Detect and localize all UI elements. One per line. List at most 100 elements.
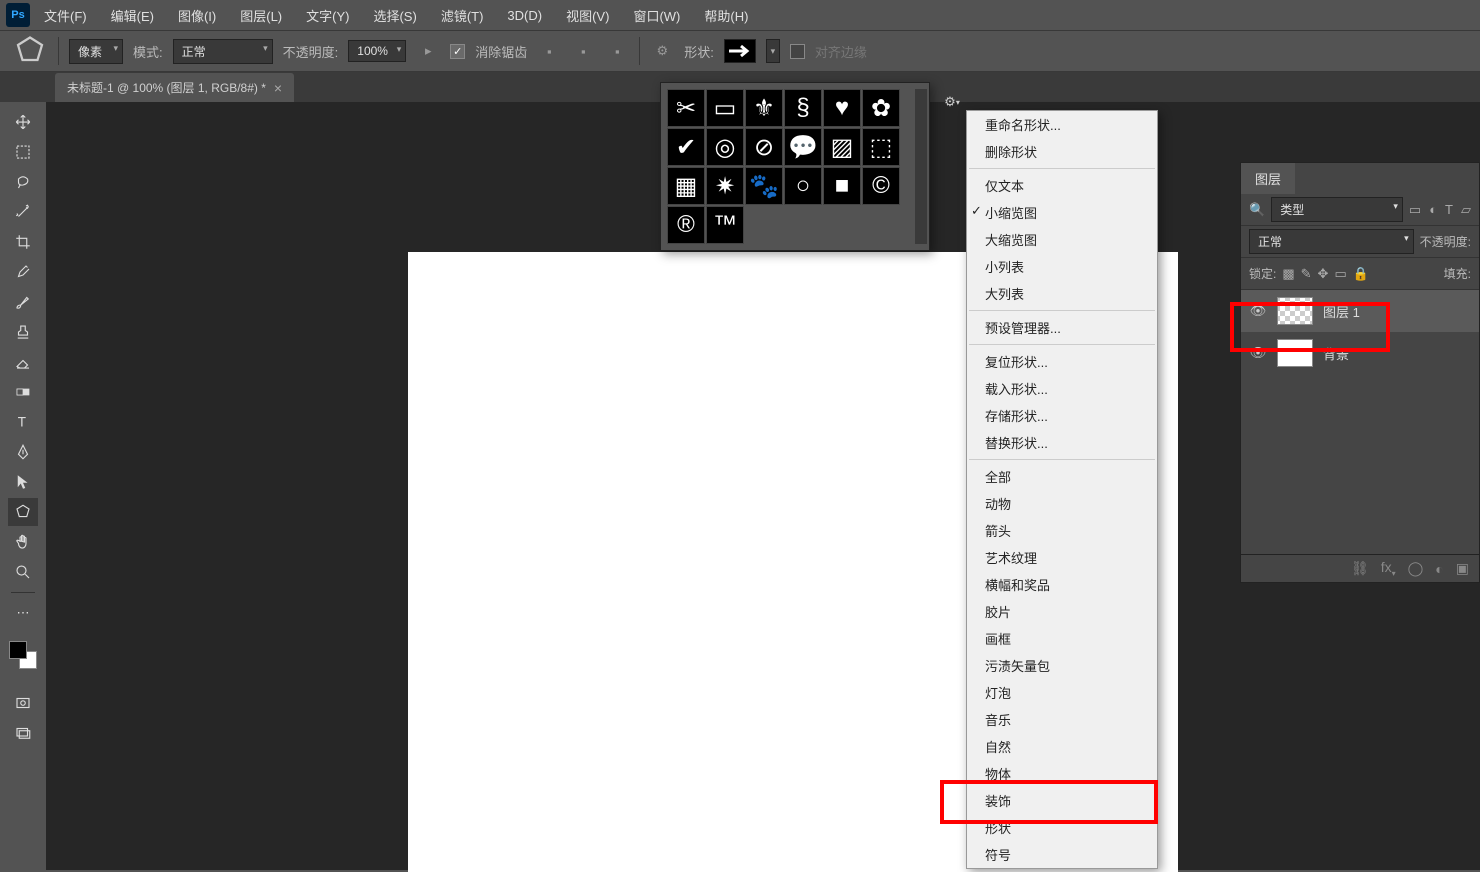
shapes-picker-gear-icon[interactable]: ⚙▾ <box>942 92 962 112</box>
lock-image-icon[interactable]: ✎ <box>1301 266 1312 282</box>
layer-thumbnail[interactable] <box>1277 297 1313 325</box>
blend-mode-dropdown[interactable]: 正常 <box>1249 229 1414 254</box>
align-center-icon[interactable]: ▪ <box>571 39 595 63</box>
foreground-color-swatch[interactable] <box>9 641 27 659</box>
move-tool[interactable] <box>8 108 38 136</box>
opacity-flyout-icon[interactable]: ▸ <box>416 39 440 63</box>
context-menu-item[interactable]: 存储形状... <box>967 402 1157 429</box>
menu-image[interactable]: 图像(I) <box>168 2 226 29</box>
link-layers-icon[interactable]: ⛓ <box>1351 560 1369 577</box>
layer-filter-dropdown[interactable]: 类型 <box>1271 197 1403 222</box>
menu-window[interactable]: 窗口(W) <box>623 2 690 29</box>
zoom-tool[interactable] <box>8 558 38 586</box>
context-menu-item[interactable]: 载入形状... <box>967 375 1157 402</box>
context-menu-item[interactable]: 删除形状 <box>967 138 1157 165</box>
shape-swatch[interactable]: © <box>862 167 900 205</box>
menu-edit[interactable]: 编辑(E) <box>101 2 164 29</box>
context-menu-item[interactable]: 大缩览图 <box>967 226 1157 253</box>
context-menu-item[interactable]: 灯泡 <box>967 679 1157 706</box>
context-menu-item[interactable]: 形状 <box>967 814 1157 841</box>
context-menu-item[interactable]: 小列表 <box>967 253 1157 280</box>
new-fill-layer-icon[interactable]: ◐ <box>1435 561 1443 577</box>
shape-swatch[interactable]: ✔ <box>667 128 705 166</box>
eyedropper-tool[interactable] <box>8 258 38 286</box>
mode-dropdown[interactable]: 正常 <box>173 39 273 64</box>
context-menu-item[interactable]: 替换形状... <box>967 429 1157 456</box>
context-menu-item[interactable]: 大列表 <box>967 280 1157 307</box>
shape-swatch[interactable]: ▨ <box>823 128 861 166</box>
filter-adjustment-icon[interactable]: ◐ <box>1429 202 1437 218</box>
shape-swatch[interactable]: 🐾 <box>745 167 783 205</box>
path-selection-tool[interactable] <box>8 468 38 496</box>
layer-row[interactable]: 👁背景 <box>1241 332 1479 374</box>
document-tab[interactable]: 未标题-1 @ 100% (图层 1, RGB/8#) * × <box>55 73 294 102</box>
shape-swatch[interactable]: ○ <box>784 167 822 205</box>
eraser-tool[interactable] <box>8 348 38 376</box>
context-menu-item[interactable]: 物体 <box>967 760 1157 787</box>
align-left-icon[interactable]: ▪ <box>537 39 561 63</box>
screen-mode-tool[interactable] <box>8 719 38 747</box>
context-menu-item[interactable]: 小缩览图 <box>967 199 1157 226</box>
color-swatches[interactable] <box>9 641 37 669</box>
context-menu-item[interactable]: 艺术纹理 <box>967 544 1157 571</box>
align-stack-icon[interactable]: ▪ <box>605 39 629 63</box>
shape-swatch[interactable]: ■ <box>823 167 861 205</box>
shape-swatch[interactable]: ✂ <box>667 89 705 127</box>
lock-all-icon[interactable]: 🔒 <box>1353 266 1369 282</box>
gradient-tool[interactable] <box>8 378 38 406</box>
gear-icon[interactable]: ⚙ <box>650 39 674 63</box>
layer-visibility-icon[interactable]: 👁 <box>1249 303 1267 319</box>
edit-toolbar-icon[interactable]: ⋯ <box>8 599 38 627</box>
context-menu-item[interactable]: 重命名形状... <box>967 111 1157 138</box>
context-menu-item[interactable]: 动物 <box>967 490 1157 517</box>
stamp-tool[interactable] <box>8 318 38 346</box>
unit-dropdown[interactable]: 像素 <box>69 39 123 64</box>
shape-swatch[interactable]: ⊘ <box>745 128 783 166</box>
menu-view[interactable]: 视图(V) <box>556 2 619 29</box>
lasso-tool[interactable] <box>8 168 38 196</box>
context-menu-item[interactable]: 胶片 <box>967 598 1157 625</box>
context-menu-item[interactable]: 全部 <box>967 463 1157 490</box>
menu-3d[interactable]: 3D(D) <box>497 4 552 27</box>
menu-select[interactable]: 选择(S) <box>363 2 426 29</box>
menu-text[interactable]: 文字(Y) <box>296 2 359 29</box>
context-menu-item[interactable]: 预设管理器... <box>967 314 1157 341</box>
context-menu-item[interactable]: 画框 <box>967 625 1157 652</box>
layer-visibility-icon[interactable]: 👁 <box>1249 345 1267 361</box>
shape-swatch[interactable]: ⚜ <box>745 89 783 127</box>
lock-artboard-icon[interactable]: ▭ <box>1334 266 1346 282</box>
antialias-checkbox[interactable]: ✓ <box>450 44 465 59</box>
context-menu-item[interactable]: 横幅和奖品 <box>967 571 1157 598</box>
shape-swatch[interactable]: ® <box>667 206 705 244</box>
brush-tool[interactable] <box>8 288 38 316</box>
filter-shape-icon[interactable]: ▱ <box>1461 202 1471 218</box>
lock-position-icon[interactable]: ✥ <box>1318 266 1329 282</box>
layer-thumbnail[interactable] <box>1277 339 1313 367</box>
shape-preview[interactable] <box>724 39 756 63</box>
filter-type-icon[interactable]: T <box>1445 202 1453 218</box>
shape-swatch[interactable]: ✷ <box>706 167 744 205</box>
layer-fx-icon[interactable]: fx▾ <box>1381 559 1396 578</box>
filter-image-icon[interactable]: ▭ <box>1409 202 1421 218</box>
marquee-tool[interactable] <box>8 138 38 166</box>
new-group-icon[interactable]: ▣ <box>1456 560 1469 577</box>
context-menu-item[interactable]: 符号 <box>967 841 1157 868</box>
pen-tool[interactable] <box>8 438 38 466</box>
shape-swatch[interactable]: ⬚ <box>862 128 900 166</box>
context-menu-item[interactable]: 音乐 <box>967 706 1157 733</box>
shape-swatch[interactable]: ▦ <box>667 167 705 205</box>
menu-filter[interactable]: 滤镜(T) <box>431 2 494 29</box>
layers-panel-tab[interactable]: 图层 <box>1241 163 1295 194</box>
context-menu-item[interactable]: 仅文本 <box>967 172 1157 199</box>
opacity-input[interactable]: 100% <box>348 40 406 62</box>
layer-mask-icon[interactable]: ◯ <box>1408 560 1424 577</box>
menu-help[interactable]: 帮助(H) <box>694 2 758 29</box>
magic-wand-tool[interactable] <box>8 198 38 226</box>
type-tool[interactable]: T <box>8 408 38 436</box>
context-menu-item[interactable]: 装饰 <box>967 787 1157 814</box>
quick-mask-tool[interactable] <box>8 689 38 717</box>
shape-swatch[interactable]: ◎ <box>706 128 744 166</box>
shape-swatch[interactable]: ✿ <box>862 89 900 127</box>
lock-transparency-icon[interactable]: ▩ <box>1282 266 1294 282</box>
menu-layer[interactable]: 图层(L) <box>230 2 292 29</box>
